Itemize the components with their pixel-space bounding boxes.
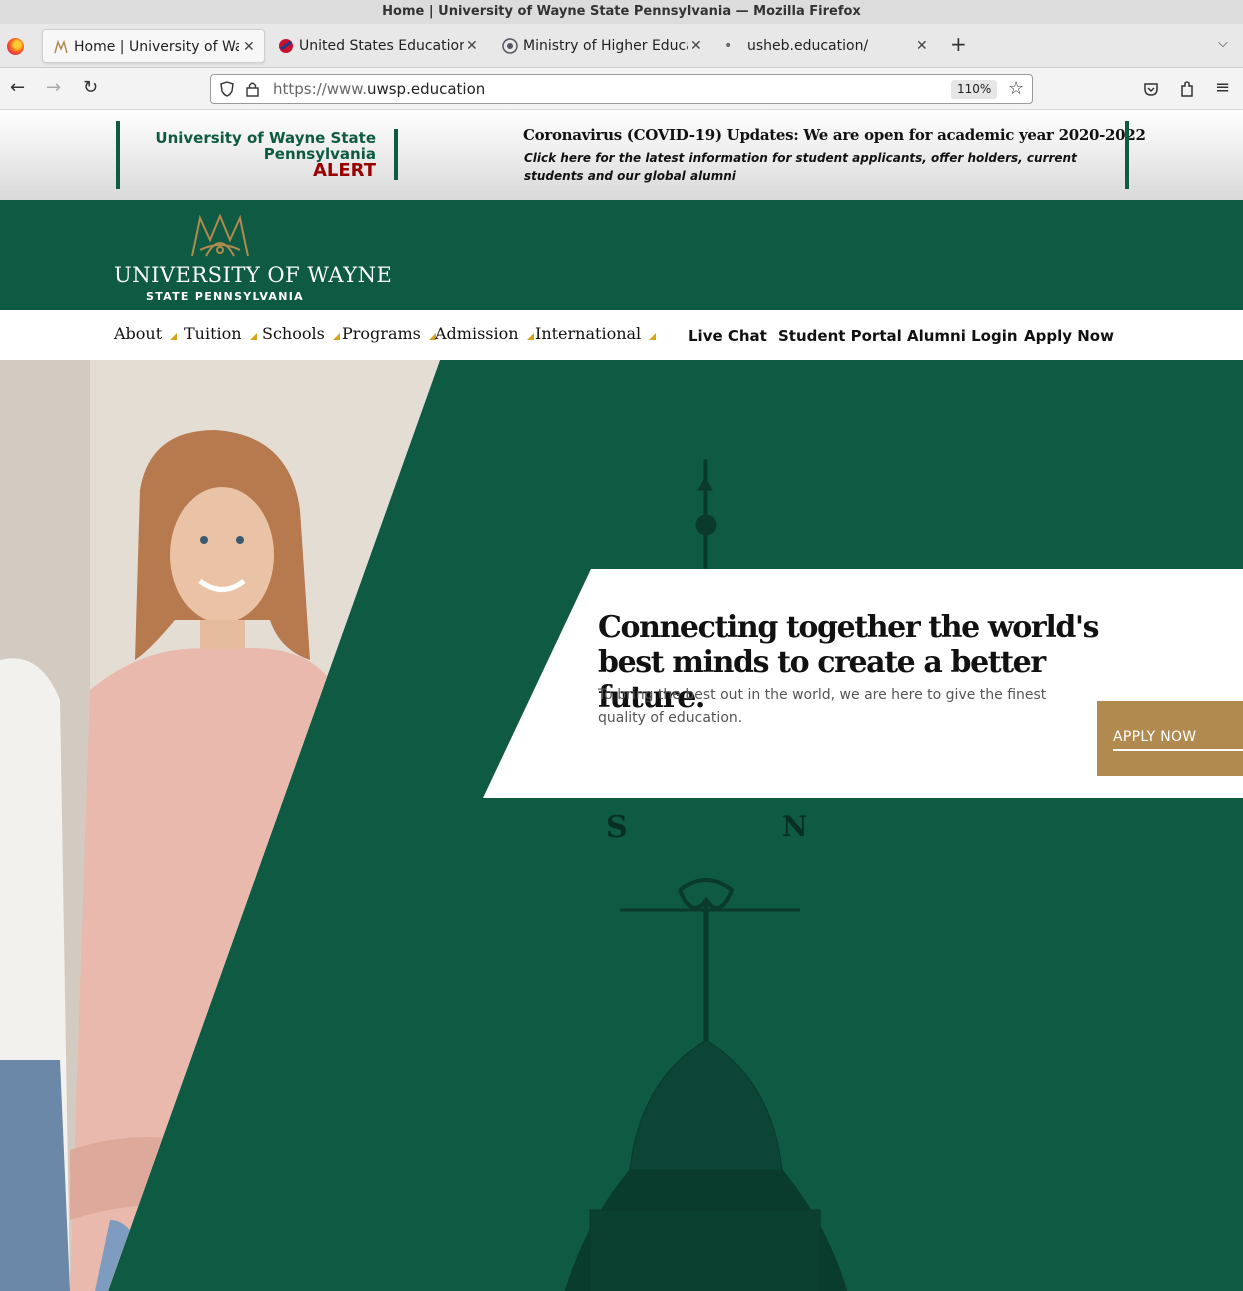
hero-section: S N Connecting together the world's best… xyxy=(0,360,1243,1291)
flag-favicon-icon xyxy=(279,39,293,53)
address-bar[interactable]: https://www.uwsp.education 110% ☆ xyxy=(210,74,1033,104)
nav-international[interactable]: International xyxy=(535,324,657,343)
pocket-icon[interactable] xyxy=(1143,81,1159,97)
close-tab-icon[interactable]: ✕ xyxy=(690,29,702,63)
nav-schools[interactable]: Schools xyxy=(262,324,340,343)
weathervane-n-letter: N xyxy=(782,810,808,843)
webpage: University of Wayne State Pennsylvania A… xyxy=(0,110,1243,1291)
alert-subtext-link[interactable]: Click here for the latest information fo… xyxy=(524,149,1119,185)
close-tab-icon[interactable]: ✕ xyxy=(916,29,928,63)
university-logo-icon[interactable] xyxy=(186,210,254,260)
university-logo-name[interactable]: UNIVERSITY OF WAYNE xyxy=(114,263,392,287)
apply-now-label: APPLY NOW xyxy=(1113,729,1197,745)
tab-home[interactable]: Home | University of Wayne State Pennsyl… xyxy=(42,29,265,63)
covid-alert-banner[interactable]: University of Wayne State Pennsylvania A… xyxy=(0,110,1243,200)
university-logo-subtitle: STATE PENNSYLVANIA xyxy=(146,290,304,303)
nav-admission[interactable]: Admission xyxy=(435,324,534,343)
student-portal-link[interactable]: Student Portal xyxy=(778,327,902,345)
tab-label: United States Education Information Cent… xyxy=(299,38,464,54)
tab-label: usheb.education/ xyxy=(747,38,869,54)
main-navigation: About Tuition Schools Programs Admission… xyxy=(0,310,1243,360)
smiling-student-image xyxy=(0,360,440,1291)
hero-text: To bring the best out in the world, we a… xyxy=(598,687,1047,726)
apply-underline xyxy=(1113,749,1243,751)
tab-education-center[interactable]: United States Education Information Cent… xyxy=(268,29,486,63)
caret-icon xyxy=(649,333,657,340)
window-title: Home | University of Wayne State Pennsyl… xyxy=(0,0,1243,24)
nav-about[interactable]: About xyxy=(114,324,178,343)
close-tab-icon[interactable]: ✕ xyxy=(243,30,255,62)
alert-divider xyxy=(116,121,120,189)
zoom-level[interactable]: 110% xyxy=(951,80,998,99)
caret-icon xyxy=(249,333,257,340)
weathervane-s-letter: S xyxy=(606,810,628,845)
tab-list-chevron-icon[interactable]: ⌵ xyxy=(1218,36,1228,51)
university-favicon-icon xyxy=(54,39,68,54)
nav-programs[interactable]: Programs xyxy=(342,324,436,343)
apply-now-button[interactable]: APPLY NOW xyxy=(1097,701,1243,776)
alert-label: ALERT xyxy=(312,160,376,181)
tab-label: Home | University of Wayne State Pennsyl… xyxy=(74,39,239,55)
loading-dot-icon: • xyxy=(724,38,733,54)
firefox-icon[interactable] xyxy=(7,38,24,55)
alert-divider xyxy=(1125,121,1129,189)
apply-now-link[interactable]: Apply Now xyxy=(1024,327,1114,345)
back-icon[interactable]: ← xyxy=(10,78,25,98)
new-tab-icon[interactable]: + xyxy=(950,32,967,56)
caret-icon xyxy=(526,333,534,340)
url-text[interactable]: https://www.uwsp.education xyxy=(273,80,485,98)
alert-university-name: University of Wayne State Pennsylvania xyxy=(155,129,376,163)
close-tab-icon[interactable]: ✕ xyxy=(466,29,478,63)
caret-icon xyxy=(332,333,340,340)
navigation-toolbar: ← → ↻ https://www.uwsp.education 110% ☆ … xyxy=(0,68,1243,110)
menu-hamburger-icon[interactable]: ≡ xyxy=(1215,78,1230,98)
alumni-login-link[interactable]: Alumni Login xyxy=(907,327,1018,345)
alert-divider xyxy=(394,129,398,180)
lock-icon[interactable] xyxy=(246,81,259,97)
alert-headline[interactable]: Coronavirus (COVID-19) Updates: We are o… xyxy=(523,126,1146,144)
live-chat-link[interactable]: Live Chat xyxy=(688,327,767,345)
forward-icon[interactable]: → xyxy=(46,78,61,98)
extensions-icon[interactable] xyxy=(1179,80,1195,98)
tab-ministry[interactable]: Ministry of Higher Education ✕ xyxy=(492,29,710,63)
tab-label: Ministry of Higher Education xyxy=(523,38,688,54)
tab-usheb[interactable]: • usheb.education/ ✕ xyxy=(718,29,938,63)
seal-favicon-icon xyxy=(502,38,518,54)
nav-tuition[interactable]: Tuition xyxy=(184,324,257,343)
caret-icon xyxy=(170,333,178,340)
bookmark-star-icon[interactable]: ☆ xyxy=(1008,78,1024,99)
site-header: UNIVERSITY OF WAYNE STATE PENNSYLVANIA xyxy=(0,200,1243,310)
reload-icon[interactable]: ↻ xyxy=(83,78,98,98)
shield-icon[interactable] xyxy=(220,81,234,97)
tab-strip: Home | University of Wayne State Pennsyl… xyxy=(0,24,1243,68)
